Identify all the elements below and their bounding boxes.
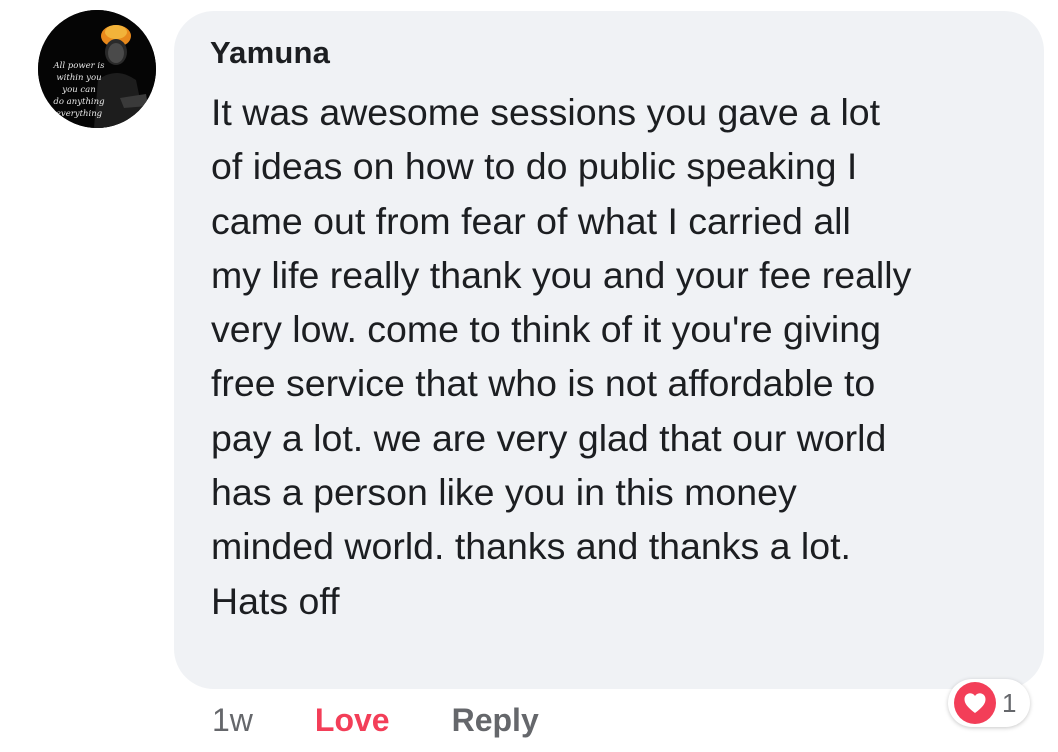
comment-bubble: Yamuna It was awesome sessions you gave … bbox=[174, 11, 1044, 689]
reply-button[interactable]: Reply bbox=[452, 702, 539, 739]
avatar-caption: All power is within you you can do anyth… bbox=[53, 61, 105, 119]
comment-timestamp[interactable]: 1w bbox=[212, 702, 253, 739]
reaction-count: 1 bbox=[1002, 687, 1017, 718]
heart-icon bbox=[954, 682, 996, 724]
comment: All power is within you you can do anyth… bbox=[0, 0, 1058, 752]
comment-author[interactable]: Yamuna bbox=[210, 35, 330, 71]
comment-text: It was awesome sessions you gave a lot o… bbox=[211, 91, 912, 622]
love-reaction-button[interactable]: Love bbox=[315, 702, 390, 739]
reaction-summary[interactable]: 1 bbox=[948, 679, 1031, 727]
comment-actions: 1w Love Reply bbox=[212, 700, 539, 740]
avatar[interactable]: All power is within you you can do anyth… bbox=[38, 10, 156, 128]
